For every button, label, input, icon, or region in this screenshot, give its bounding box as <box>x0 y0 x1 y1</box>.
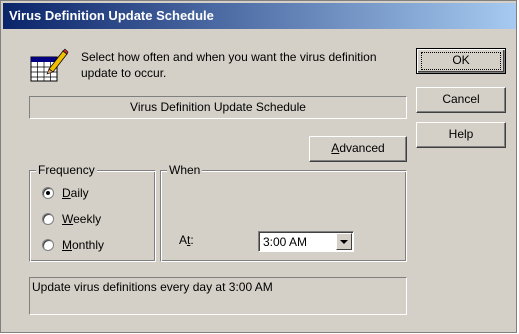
calendar-pencil-icon <box>30 48 69 82</box>
focus-rect <box>421 52 501 70</box>
radio-button-checked[interactable] <box>42 187 54 199</box>
radio-daily-label: Daily <box>62 186 89 200</box>
cancel-button[interactable]: Cancel <box>416 87 506 113</box>
when-group-label: When <box>167 163 203 177</box>
frequency-group: Frequency Daily Weekly Monthly <box>29 163 156 262</box>
ok-button[interactable]: OK <box>416 48 506 74</box>
advanced-rest: dvanced <box>339 141 385 155</box>
radio-button[interactable] <box>42 239 54 251</box>
radio-monthly-label: Monthly <box>62 238 105 252</box>
radio-button[interactable] <box>42 213 54 225</box>
radio-weekly-label: Weekly <box>62 212 102 226</box>
advanced-button[interactable]: Advanced <box>309 136 407 162</box>
when-group: When At: 3:00 AM <box>160 163 407 262</box>
time-select-value: 3:00 AM <box>263 235 308 249</box>
help-button[interactable]: Help <box>416 122 506 148</box>
frequency-group-label: Frequency <box>36 163 97 177</box>
schedule-summary: Update virus definitions every day at 3:… <box>29 277 407 315</box>
title-bar[interactable]: Virus Definition Update Schedule <box>3 3 516 29</box>
chevron-down-icon[interactable] <box>336 233 352 250</box>
schedule-name-field: Virus Definition Update Schedule <box>29 96 407 119</box>
intro-text: Select how often and when you want the v… <box>81 50 377 80</box>
time-select[interactable]: 3:00 AM <box>258 231 354 252</box>
at-label: At: <box>179 233 194 247</box>
schedule-dialog: Virus Definition Update Schedule Select … <box>0 0 517 333</box>
